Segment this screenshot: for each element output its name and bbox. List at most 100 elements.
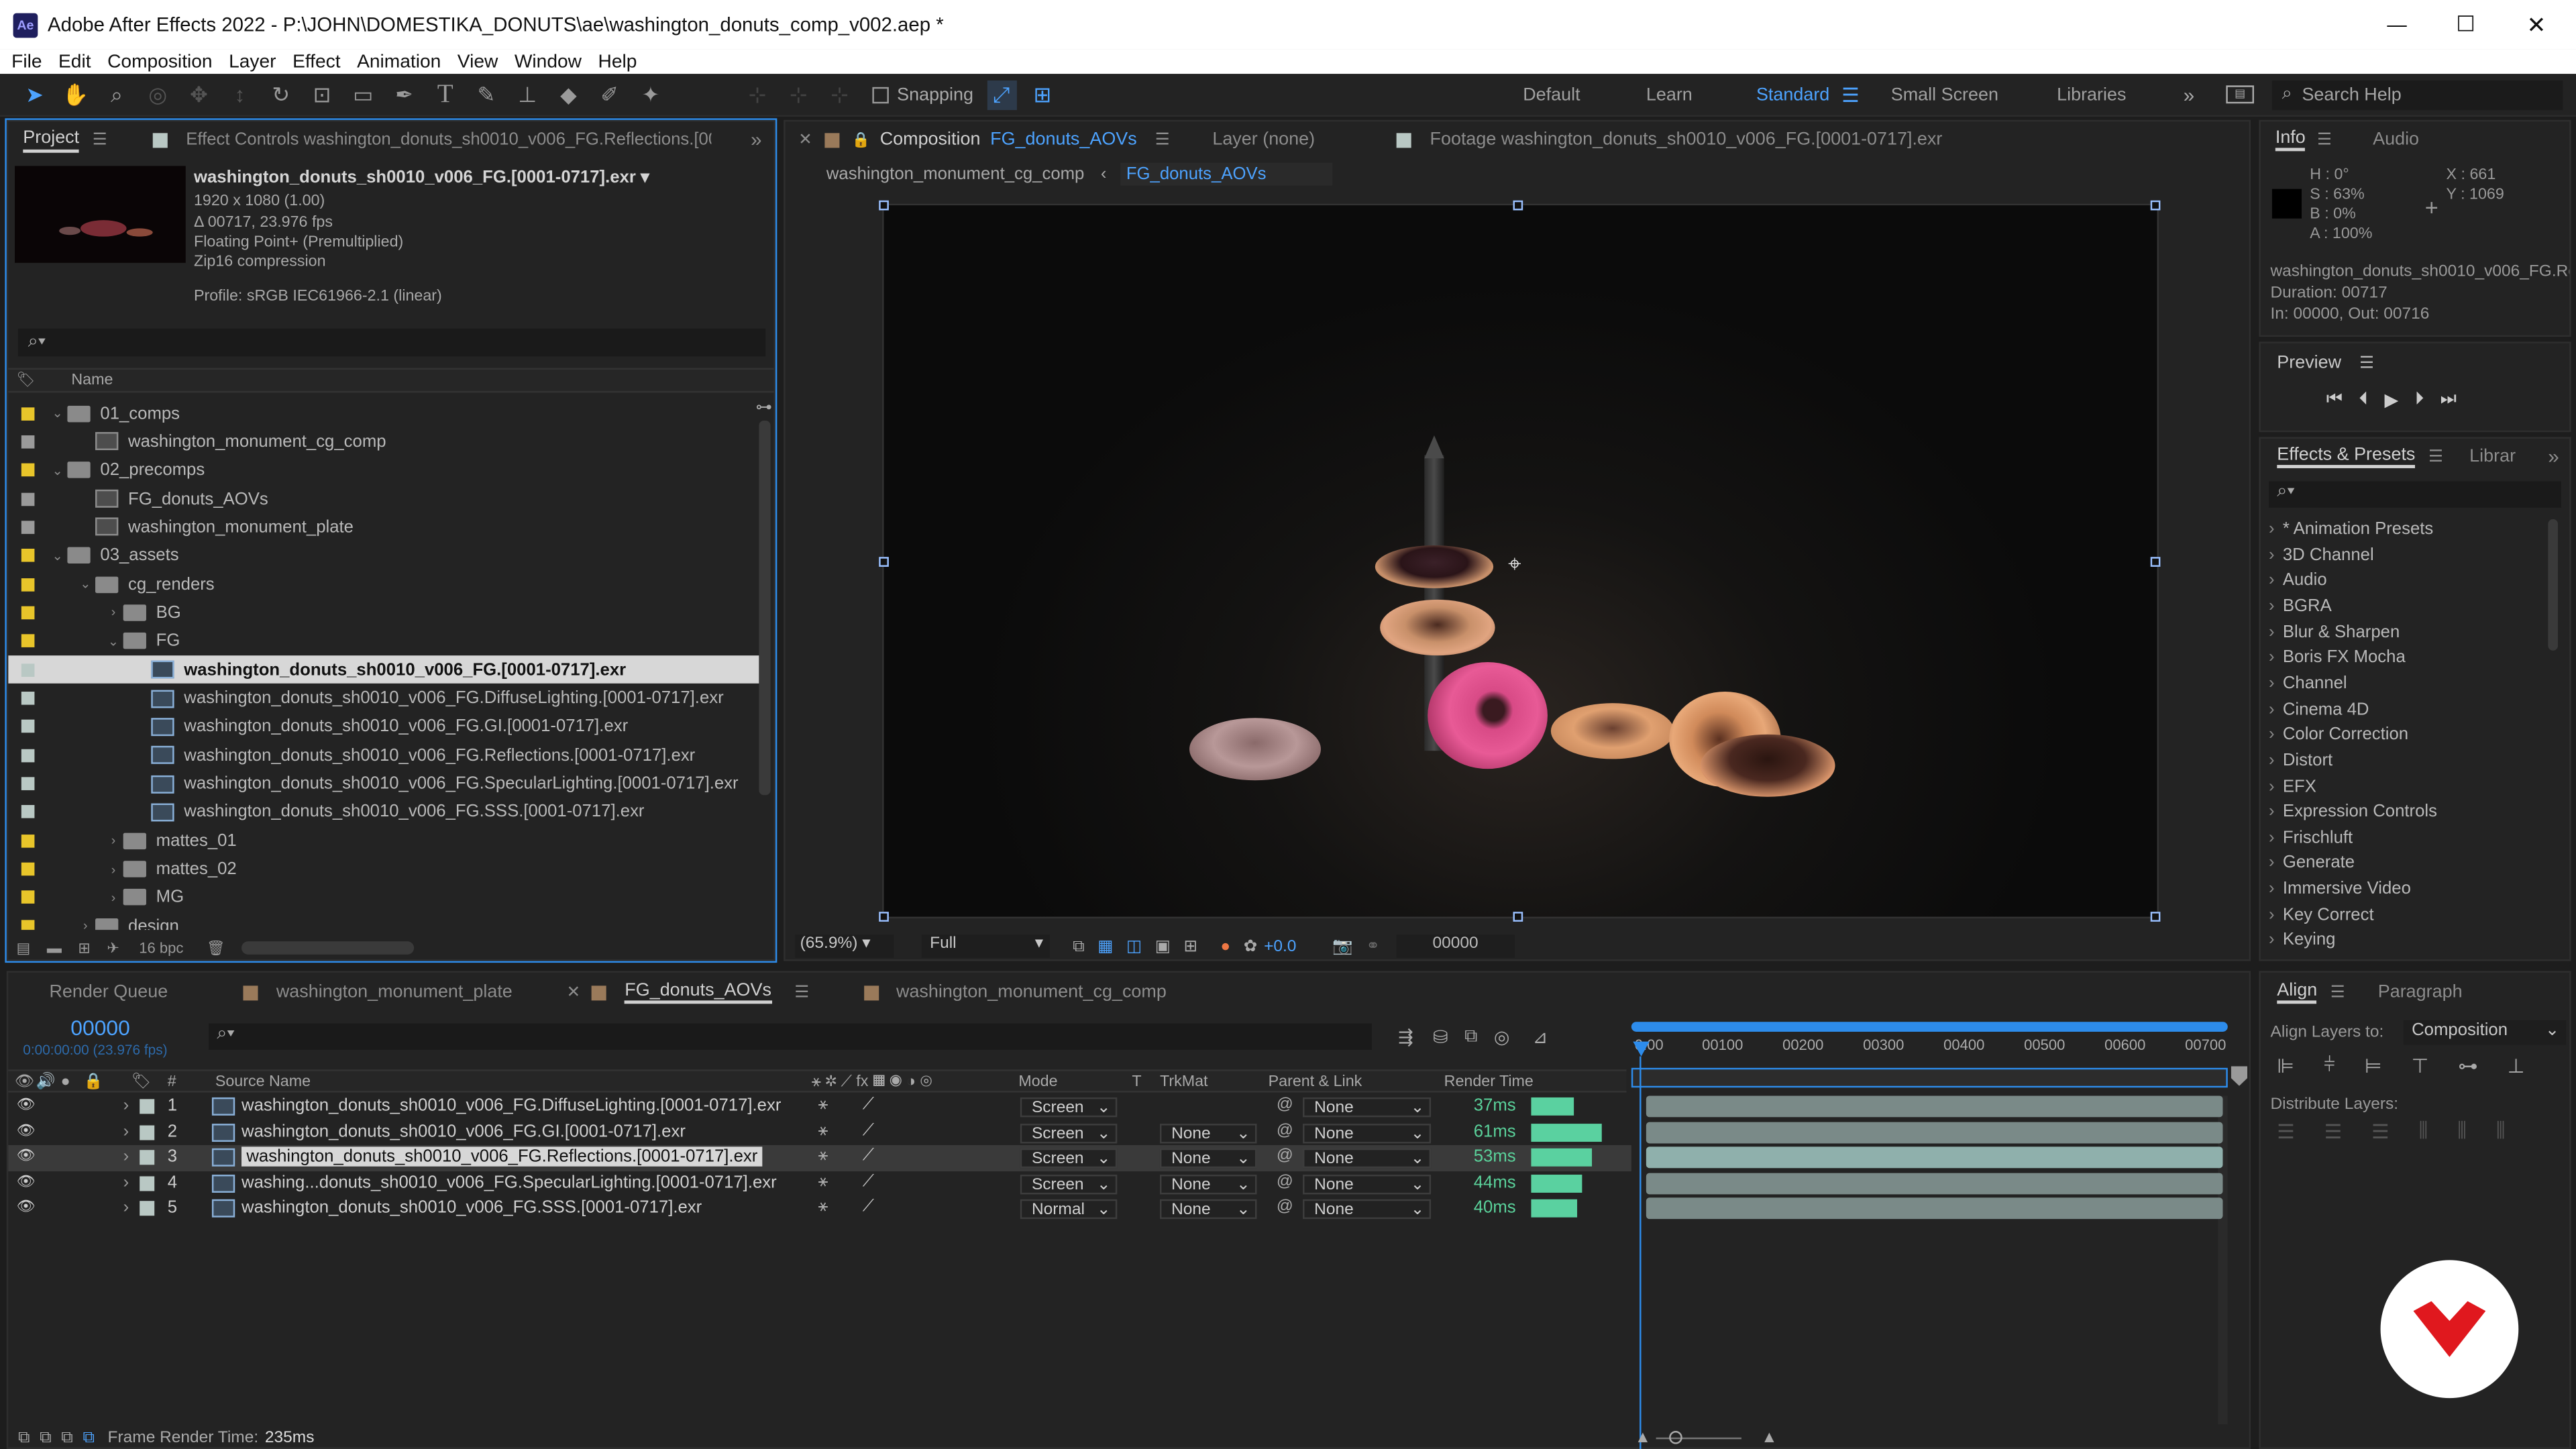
resolution-dropdown[interactable]: Full ▾ bbox=[921, 934, 1050, 958]
zoom-out-icon[interactable]: ▲ bbox=[1635, 1430, 1651, 1448]
video-switch-icon[interactable]: 👁 bbox=[15, 1072, 35, 1090]
zoom-in-icon[interactable]: ▲ bbox=[1761, 1430, 1777, 1448]
chevron-down-icon[interactable]: ⌄ bbox=[48, 406, 67, 421]
tab-effect-controls[interactable]: Effect Controls washington_donuts_sh0010… bbox=[186, 129, 712, 149]
solo-switch-icon[interactable]: ● bbox=[61, 1072, 70, 1090]
tab-render-queue[interactable]: Render Queue bbox=[49, 982, 168, 1002]
project-scrollbar[interactable] bbox=[759, 420, 771, 796]
channels-icon[interactable]: ● bbox=[1220, 937, 1230, 955]
layer-duration-bar[interactable] bbox=[1646, 1173, 2223, 1194]
breadcrumb-current-comp[interactable]: FG_donuts_AOVs bbox=[1120, 162, 1332, 186]
workspace-default[interactable]: Default bbox=[1523, 85, 1580, 104]
mode-header[interactable]: Mode bbox=[1018, 1072, 1057, 1090]
distribute-left-icon[interactable]: ⫼ bbox=[2419, 1119, 2428, 1144]
project-folder-row[interactable]: ⌄ 01_comps bbox=[8, 399, 759, 427]
distribute-hcenter-icon[interactable]: ⫼ bbox=[2457, 1119, 2467, 1144]
effect-category[interactable]: › Immersive Video bbox=[2269, 879, 2411, 898]
effect-category[interactable]: › Distort bbox=[2269, 751, 2332, 770]
name-column-header[interactable]: Name bbox=[71, 371, 113, 389]
parent-dropdown[interactable]: None ⌄ bbox=[1303, 1097, 1432, 1118]
layer-name[interactable]: washing...donuts_sh0010_v006_FG.Specular… bbox=[241, 1173, 777, 1192]
label-color-swatch[interactable] bbox=[21, 521, 35, 534]
timeline-menu-icon[interactable]: ☰ bbox=[794, 983, 809, 1002]
label-color-swatch[interactable] bbox=[21, 720, 35, 734]
trkmat-dropdown[interactable]: None ⌄ bbox=[1159, 1148, 1257, 1169]
effect-category[interactable]: › Boris FX Mocha bbox=[2269, 648, 2406, 667]
motion-blur-icon[interactable]: ◎ bbox=[1494, 1027, 1510, 1048]
snap-edges-icon[interactable]: ⤢ bbox=[986, 79, 1016, 109]
delete-icon[interactable]: 🗑 bbox=[207, 939, 225, 957]
transform-handle[interactable] bbox=[1513, 200, 1523, 211]
align-right-icon[interactable]: ⊨ bbox=[2365, 1054, 2382, 1077]
project-folder-row[interactable]: › mattes_01 bbox=[8, 826, 759, 855]
effect-category[interactable]: › BGRA bbox=[2269, 596, 2332, 616]
eraser-tool-icon[interactable]: ◆ bbox=[553, 80, 583, 109]
align-left-icon[interactable]: ⊫ bbox=[2277, 1054, 2294, 1077]
composition-tab-name[interactable]: FG_donuts_AOVs bbox=[990, 129, 1137, 149]
comp-marker-icon[interactable] bbox=[2231, 1066, 2248, 1086]
label-color-swatch[interactable] bbox=[21, 606, 35, 620]
lock-switch-icon[interactable]: 🔒 bbox=[84, 1072, 103, 1090]
effects-scrollbar[interactable] bbox=[2548, 519, 2559, 651]
layer-row[interactable]: 👁 › 4 washing...donuts_sh0010_v006_FG.Specu… bbox=[8, 1171, 1631, 1197]
blend-mode-dropdown[interactable]: Normal ⌄ bbox=[1020, 1199, 1118, 1220]
parent-dropdown[interactable]: None ⌄ bbox=[1303, 1148, 1432, 1169]
footage-name[interactable]: washington_donuts_sh0010_v006_FG.[0001-0… bbox=[194, 168, 649, 187]
timeline-search-field[interactable]: ⌕▾ bbox=[209, 1023, 1372, 1050]
transparency-grid-icon[interactable]: ▦ bbox=[1097, 937, 1113, 955]
search-help-toggle-icon[interactable]: ▤ bbox=[2226, 85, 2255, 104]
transform-handle[interactable] bbox=[879, 557, 889, 567]
tab-footage[interactable]: Footage washington_donuts_sh0010_v006_FG… bbox=[1430, 129, 1943, 149]
chevron-right-icon[interactable]: › bbox=[2269, 828, 2275, 847]
distribute-bottom-icon[interactable]: ☰ bbox=[2371, 1120, 2389, 1142]
effect-category[interactable]: › Blur & Sharpen bbox=[2269, 622, 2400, 641]
expand-layer-icon[interactable]: › bbox=[123, 1173, 129, 1192]
play-icon[interactable]: ▶ bbox=[2384, 389, 2398, 411]
label-color-swatch[interactable] bbox=[140, 1124, 155, 1140]
tab-audio[interactable]: Audio bbox=[2373, 129, 2419, 149]
pick-whip-icon[interactable]: @ bbox=[1277, 1122, 1293, 1140]
workspace-small-screen[interactable]: Small Screen bbox=[1891, 85, 1998, 104]
comp-flowchart-icon[interactable]: ⇶ bbox=[1398, 1027, 1413, 1048]
time-ruler[interactable]: 0:00 00100 00200 00300 00400 00500 00600 00700 bbox=[1631, 1032, 2228, 1065]
distribute-vcenter-icon[interactable]: ☰ bbox=[2324, 1120, 2342, 1142]
transform-handle[interactable] bbox=[879, 912, 889, 922]
region-of-interest-icon[interactable]: ▣ bbox=[1155, 937, 1171, 955]
eye-icon[interactable]: 👁 bbox=[16, 1095, 35, 1114]
parent-dropdown[interactable]: None ⌄ bbox=[1303, 1123, 1432, 1143]
chevron-down-icon[interactable]: ⌄ bbox=[103, 634, 123, 649]
new-comp-icon[interactable]: ⊞ bbox=[78, 939, 90, 957]
orbit-tool-icon[interactable]: ◎ bbox=[143, 80, 172, 109]
chevron-right-icon[interactable]: › bbox=[2269, 596, 2275, 616]
info-menu-icon[interactable]: ☰ bbox=[2317, 131, 2332, 149]
label-color-swatch[interactable] bbox=[21, 692, 35, 705]
eye-icon[interactable]: 👁 bbox=[16, 1122, 35, 1140]
chevron-right-icon[interactable]: › bbox=[103, 890, 123, 905]
reset-exposure-icon[interactable]: ✿ bbox=[1244, 937, 1258, 955]
effect-category[interactable]: › * Animation Presets bbox=[2269, 519, 2433, 539]
chevron-right-icon[interactable]: › bbox=[2269, 545, 2275, 564]
chevron-right-icon[interactable]: › bbox=[2269, 776, 2275, 796]
frame-blending-icon[interactable]: ⧉ bbox=[1464, 1027, 1477, 1049]
render-icon[interactable]: ✈ bbox=[107, 939, 119, 957]
label-column-icon[interactable]: 🏷 bbox=[131, 1072, 152, 1090]
transform-handle[interactable] bbox=[2150, 200, 2161, 211]
layer-duration-bar[interactable] bbox=[1646, 1146, 2223, 1169]
snapping-checkbox[interactable] bbox=[872, 86, 889, 103]
trkmat-dropdown[interactable]: None ⌄ bbox=[1159, 1199, 1257, 1220]
effect-category[interactable]: › Expression Controls bbox=[2269, 802, 2437, 821]
parent-dropdown[interactable]: None ⌄ bbox=[1303, 1174, 1432, 1194]
project-folder-row[interactable]: ⌄ 03_assets bbox=[8, 542, 759, 570]
graph-editor-icon[interactable]: ⊿ bbox=[1533, 1027, 1548, 1048]
chevron-right-icon[interactable]: › bbox=[76, 919, 95, 930]
trkmat-dropdown[interactable]: None ⌄ bbox=[1159, 1123, 1257, 1143]
project-folder-row[interactable]: › BG bbox=[8, 599, 759, 627]
toggle-modes-icon[interactable]: ⧉ bbox=[40, 1430, 51, 1448]
current-timecode[interactable]: 00000 bbox=[70, 1015, 130, 1040]
pick-whip-icon[interactable]: @ bbox=[1277, 1198, 1293, 1216]
exposure-value[interactable]: +0.0 bbox=[1264, 937, 1296, 955]
menu-animation[interactable]: Animation bbox=[357, 52, 441, 71]
quality-switch-icon[interactable]: ⟋ bbox=[863, 1122, 874, 1140]
layer-duration-bar[interactable] bbox=[1646, 1121, 2223, 1143]
breadcrumb-parent-comp[interactable]: washington_monument_cg_comp bbox=[826, 164, 1085, 184]
